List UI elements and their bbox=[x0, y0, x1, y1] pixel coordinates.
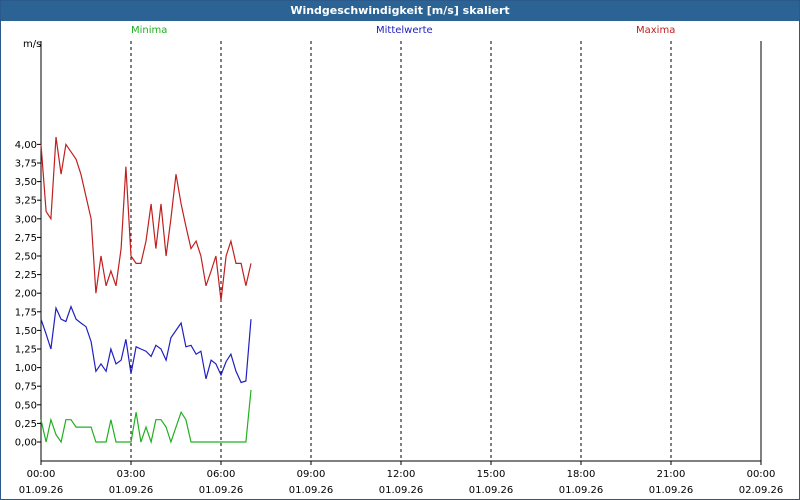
y-tick-label: 4,00 bbox=[15, 140, 37, 151]
y-tick-label: 2,50 bbox=[15, 252, 37, 263]
y-tick-label: 0,25 bbox=[15, 419, 37, 430]
series-line-minima bbox=[40, 389, 252, 445]
x-tick-date-label: 01.09.26 bbox=[19, 485, 64, 496]
x-tick-date-label: 01.09.26 bbox=[289, 485, 334, 496]
x-tick-time-label: 21:00 bbox=[657, 469, 686, 480]
series-line-maxima bbox=[40, 136, 252, 301]
y-tick-label: 3,25 bbox=[15, 196, 37, 207]
x-tick-date-label: 01.09.26 bbox=[469, 485, 514, 496]
y-tick-label: 0,00 bbox=[15, 438, 37, 449]
x-tick-time-label: 06:00 bbox=[207, 469, 236, 480]
series-line-mittelwerte bbox=[40, 304, 252, 384]
y-tick-label: 1,25 bbox=[15, 345, 37, 356]
y-tick-label: 2,25 bbox=[15, 270, 37, 281]
x-tick-time-label: 12:00 bbox=[387, 469, 416, 480]
y-tick-label: 3,75 bbox=[15, 159, 37, 170]
x-tick-date-label: 02.09.26 bbox=[739, 485, 784, 496]
x-tick-time-label: 09:00 bbox=[297, 469, 326, 480]
x-tick-date-label: 01.09.26 bbox=[199, 485, 244, 496]
y-tick-label: 0,75 bbox=[15, 382, 37, 393]
y-tick-label: 0,50 bbox=[15, 400, 37, 411]
y-tick-label: 1,50 bbox=[15, 326, 37, 337]
x-tick-time-label: 03:00 bbox=[117, 469, 146, 480]
x-tick-date-label: 01.09.26 bbox=[559, 485, 604, 496]
x-tick-time-label: 00:00 bbox=[747, 469, 776, 480]
y-tick-label: 2,00 bbox=[15, 289, 37, 300]
x-tick-date-label: 01.09.26 bbox=[109, 485, 154, 496]
x-tick-time-label: 00:00 bbox=[27, 469, 56, 480]
window-title: Windgeschwindigkeit [m/s] skaliert bbox=[1, 1, 799, 21]
chart-window: Windgeschwindigkeit [m/s] skaliert Minim… bbox=[0, 0, 800, 500]
y-tick-label: 3,00 bbox=[15, 214, 37, 225]
y-tick-label: 1,00 bbox=[15, 363, 37, 374]
x-tick-time-label: 18:00 bbox=[567, 469, 596, 480]
x-tick-date-label: 01.09.26 bbox=[649, 485, 694, 496]
chart-plot: m/s 0,00 0,25 0,50 0,75 1,00 1,25 1,50 1,75 2,00 2… bbox=[15, 39, 784, 496]
y-axis-unit-label: m/s bbox=[23, 39, 41, 50]
x-tick-date-label: 01.09.26 bbox=[379, 485, 424, 496]
y-tick-label: 1,75 bbox=[15, 307, 37, 318]
y-tick-label: 2,75 bbox=[15, 233, 37, 244]
y-tick-label: 3,50 bbox=[15, 177, 37, 188]
x-tick-time-label: 15:00 bbox=[477, 469, 506, 480]
